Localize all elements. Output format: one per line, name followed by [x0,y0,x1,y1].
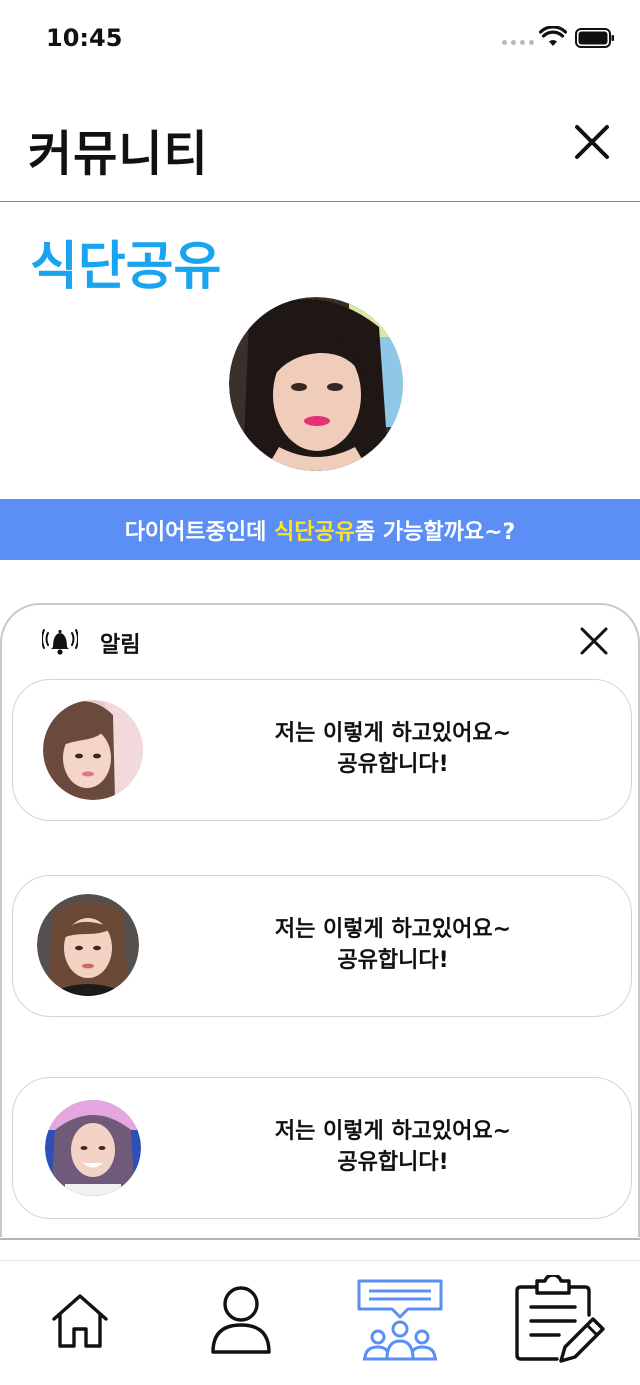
status-time: 10:45 [46,24,123,52]
notification-card[interactable]: 저는 이렇게 하고있어요~ 공유합니다! [12,679,632,821]
bottom-nav [0,1260,640,1385]
avatar [43,700,143,800]
section-title: 식단공유 [30,237,222,297]
signal-icon [502,40,534,45]
nav-community[interactable] [345,1261,455,1385]
message-line: 저는 이렇게 하고있어요~ [274,721,512,746]
message-line: 저는 이렇게 하고있어요~ [274,1119,512,1144]
page-title: 커뮤니티 [28,126,209,182]
nav-profile[interactable] [190,1261,290,1385]
message-line: 공유합니다! [337,1150,449,1175]
wifi-icon [539,26,567,46]
clipboard-edit-icon [515,1275,605,1363]
banner-text-end: 좀 가능할까요~? [355,519,516,545]
notification-message: 저는 이렇게 하고있어요~ 공유합니다! [243,718,543,780]
nav-clipboard[interactable] [505,1261,615,1385]
avatar [37,894,139,996]
nav-home[interactable] [30,1261,130,1385]
avatar [45,1100,141,1196]
message-line: 저는 이렇게 하고있어요~ [274,917,512,942]
notification-label: 알림 [100,633,141,658]
notification-sheet: 알림 저는 이렇게 하고있어요~ 공유합니다! 저는 이렇게 하고있어요~ 공유… [0,603,640,1237]
battery-icon [575,28,614,48]
banner-highlight: 식단공유 [274,519,355,545]
profile-icon [211,1286,271,1354]
close-icon[interactable] [578,625,610,657]
message-line: 공유합니다! [337,752,449,777]
header: 커뮤니티 [0,90,640,202]
notification-message: 저는 이렇게 하고있어요~ 공유합니다! [243,1116,543,1178]
notification-message: 저는 이렇게 하고있어요~ 공유합니다! [243,914,543,976]
bell-icon [42,629,78,655]
notification-card[interactable]: 저는 이렇게 하고있어요~ 공유합니다! [12,1077,632,1219]
community-icon [357,1279,443,1361]
home-icon [52,1294,108,1348]
notification-card[interactable]: 저는 이렇게 하고있어요~ 공유합니다! [12,875,632,1017]
close-icon[interactable] [570,120,614,164]
message-line: 공유합니다! [337,948,449,973]
divider [0,1238,640,1240]
question-banner: 다이어트중인데 식단공유 좀 가능할까요~? [0,499,640,560]
author-avatar[interactable] [229,297,403,471]
banner-text: 다이어트중인데 [124,519,275,545]
status-bar: 10:45 [0,0,640,80]
